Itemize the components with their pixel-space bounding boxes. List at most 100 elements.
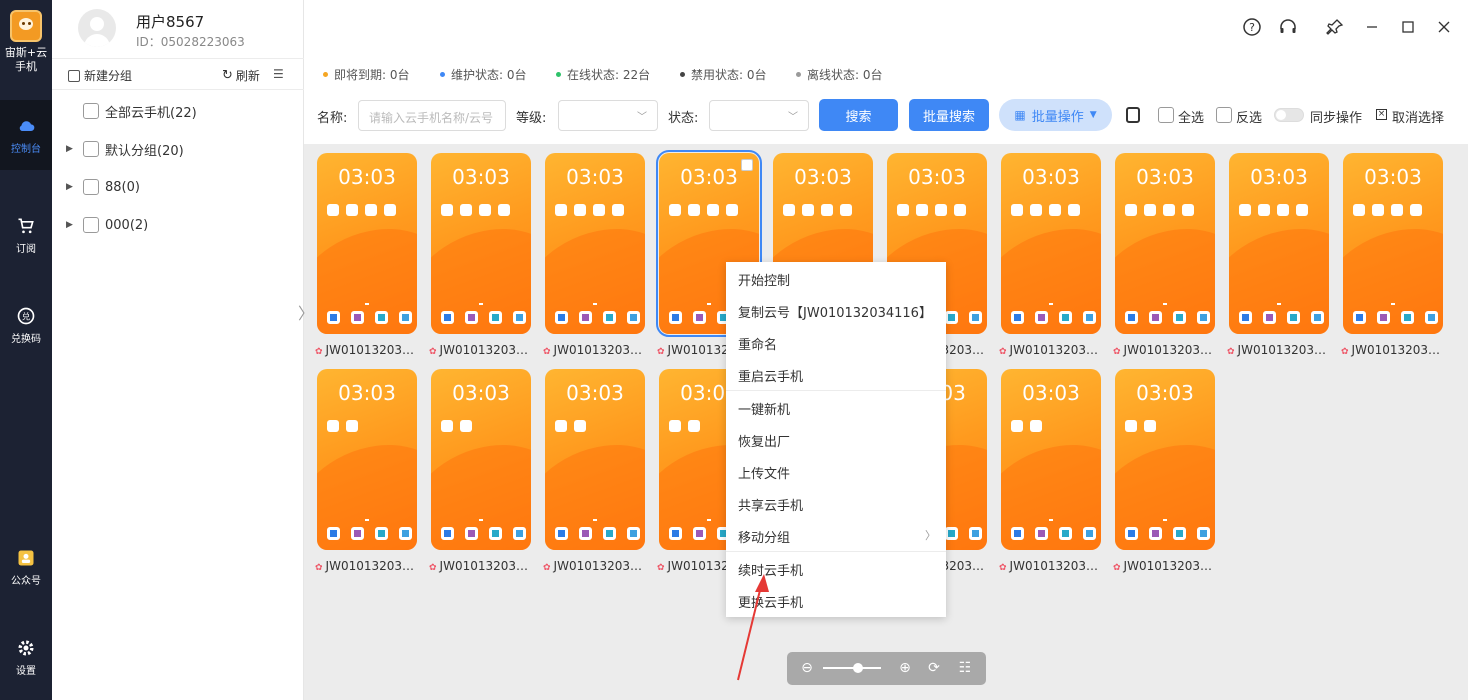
phone-name-label[interactable]: ✿JW01013203… xyxy=(543,343,655,357)
level-select[interactable]: ﹀ xyxy=(558,100,658,131)
cloud-phone-thumbnail[interactable]: 03:03 xyxy=(1001,369,1101,550)
cloud-phone-thumbnail[interactable]: 03:03 xyxy=(1343,153,1443,334)
cloud-phone-thumbnail[interactable]: 03:03 xyxy=(1115,153,1215,334)
flag-icon: ✿ xyxy=(1113,563,1121,573)
batch-search-button[interactable]: 批量搜索 xyxy=(909,99,989,131)
phone-name-label[interactable]: ✿JW01013203… xyxy=(429,559,541,573)
menu-replace[interactable]: 更换云手机 xyxy=(738,592,803,611)
refresh-button[interactable]: ↻ 刷新 xyxy=(222,67,260,84)
menu-restart[interactable]: 重启云手机 xyxy=(738,366,803,385)
phone-clock: 03:03 xyxy=(452,165,510,189)
headset-icon[interactable] xyxy=(1277,16,1299,38)
cloud-phone-thumbnail[interactable]: 03:03 xyxy=(1229,153,1329,334)
phone-checkbox[interactable] xyxy=(741,159,753,171)
nav-item-official-account[interactable]: 公众号 xyxy=(0,532,52,602)
cloud-phone-thumbnail[interactable]: 03:03 xyxy=(545,153,645,334)
cloud-phone-thumbnail[interactable]: 03:03 xyxy=(317,369,417,550)
cloud-phone-thumbnail[interactable]: 03:03 xyxy=(431,153,531,334)
nav-label-settings: 设置 xyxy=(16,665,36,677)
flag-icon: ✿ xyxy=(1113,347,1121,357)
name-search-input[interactable]: 请输入云手机名称/云号 xyxy=(358,100,506,131)
phone-name-label[interactable]: ✿JW01013203… xyxy=(543,559,655,573)
expand-arrow-icon[interactable]: ▶ xyxy=(66,182,74,192)
cloud-phone-thumbnail[interactable]: 03:03 xyxy=(1115,369,1215,550)
maximize-icon[interactable] xyxy=(1397,16,1419,38)
nav-item-redeem[interactable]: 兑 兑换码 xyxy=(0,290,52,360)
phone-name-label[interactable]: ✿JW01013203… xyxy=(1341,343,1453,357)
menu-upload-file[interactable]: 上传文件 xyxy=(738,463,790,482)
menu-share[interactable]: 共享云手机 xyxy=(738,495,803,514)
cancel-select-button[interactable]: 取消选择 xyxy=(1392,107,1444,126)
phone-dock xyxy=(327,311,412,324)
rotate-icon[interactable]: ⟳ xyxy=(925,659,943,677)
list-view-icon[interactable]: ☷ xyxy=(956,659,974,677)
sync-toggle[interactable] xyxy=(1274,108,1304,122)
expand-arrow-icon[interactable]: ▶ xyxy=(66,220,74,230)
phone-app-row xyxy=(1125,204,1194,216)
menu-renew[interactable]: 续时云手机 xyxy=(738,560,803,579)
flag-icon: ✿ xyxy=(543,563,551,573)
menu-move-group[interactable]: 移动分组 xyxy=(738,527,790,546)
phone-clock: 03:03 xyxy=(1136,381,1194,405)
group-item-default[interactable]: ▶ 默认分组(20) xyxy=(52,134,304,164)
exchange-icon: 兑 xyxy=(17,307,35,324)
group-item-000[interactable]: ▶ 000(2) xyxy=(52,210,304,240)
batch-operations-button[interactable]: ▦ 批量操作 ▼ xyxy=(999,99,1112,131)
pin-icon[interactable] xyxy=(1324,16,1346,38)
phone-name-label[interactable]: ✿JW01013203… xyxy=(999,343,1111,357)
phone-view-icon[interactable] xyxy=(1126,107,1140,123)
select-all-checkbox[interactable] xyxy=(1158,107,1174,123)
phone-name-label[interactable]: ✿JW01013203… xyxy=(1113,343,1225,357)
help-icon[interactable]: ? xyxy=(1241,16,1263,38)
flag-icon: ✿ xyxy=(1227,347,1235,357)
cloud-phone-thumbnail[interactable]: 03:03 xyxy=(545,369,645,550)
phone-name-label[interactable]: ✿JW01013203… xyxy=(1113,559,1225,573)
new-group-button[interactable]: 新建分组 xyxy=(68,67,132,84)
flag-icon: ✿ xyxy=(999,563,1007,573)
phone-dock xyxy=(1353,311,1438,324)
group-checkbox[interactable] xyxy=(83,179,99,195)
phone-name-label[interactable]: ✿JW01013203… xyxy=(999,559,1111,573)
group-checkbox[interactable] xyxy=(83,217,99,233)
phone-name-label[interactable]: ✿JW01013203… xyxy=(315,559,427,573)
status-expiring: 即将到期: 0台 xyxy=(323,66,410,83)
menu-start-control[interactable]: 开始控制 xyxy=(738,270,790,289)
menu-factory-reset[interactable]: 恢复出厂 xyxy=(738,431,790,450)
cancel-select-icon[interactable]: × xyxy=(1376,109,1387,120)
avatar[interactable] xyxy=(78,9,116,47)
zoom-slider-track[interactable] xyxy=(823,667,881,669)
phone-name-label[interactable]: ✿JW01013203… xyxy=(1227,343,1339,357)
cloud-phone-thumbnail[interactable]: 03:03 xyxy=(1001,153,1101,334)
sort-icon[interactable]: ☰ xyxy=(273,67,284,81)
expand-arrow-icon[interactable]: ▶ xyxy=(66,144,74,154)
invert-select-checkbox[interactable] xyxy=(1216,107,1232,123)
phone-name-label[interactable]: ✿JW01013203… xyxy=(429,343,541,357)
group-item-all[interactable]: 全部云手机(22) xyxy=(52,96,304,126)
nav-item-subscribe[interactable]: 订阅 xyxy=(0,200,52,270)
flag-icon: ✿ xyxy=(657,563,665,573)
zoom-in-icon[interactable]: ⊕ xyxy=(896,659,914,677)
menu-new-device[interactable]: 一键新机 xyxy=(738,399,790,418)
nav-item-console[interactable]: 控制台 xyxy=(0,100,52,170)
collapse-sidebar-icon[interactable]: 〉 xyxy=(298,300,314,328)
close-icon[interactable] xyxy=(1433,16,1455,38)
phone-name-label[interactable]: ✿JW01013203… xyxy=(315,343,427,357)
cloud-phone-thumbnail[interactable]: 03:03 xyxy=(317,153,417,334)
group-checkbox[interactable] xyxy=(83,141,99,157)
menu-copy-cloud-id[interactable]: 复制云号【JW010132034116】 xyxy=(738,302,932,321)
zoom-out-icon[interactable]: ⊖ xyxy=(798,659,816,677)
menu-rename[interactable]: 重命名 xyxy=(738,334,777,353)
zoom-slider-handle[interactable] xyxy=(853,663,863,673)
cart-icon xyxy=(18,218,34,233)
search-button[interactable]: 搜索 xyxy=(819,99,898,131)
minimize-icon[interactable] xyxy=(1361,16,1383,38)
state-select[interactable]: ﹀ xyxy=(709,100,809,131)
group-checkbox[interactable] xyxy=(83,103,99,119)
phone-dock xyxy=(327,527,412,540)
name-label: 名称: xyxy=(317,111,348,126)
group-item-88[interactable]: ▶ 88(0) xyxy=(52,172,304,202)
status-maintenance: 维护状态: 0台 xyxy=(440,66,527,83)
cloud-phone-thumbnail[interactable]: 03:03 xyxy=(431,369,531,550)
menu-divider xyxy=(726,551,946,552)
nav-item-settings[interactable]: 设置 xyxy=(0,622,52,692)
